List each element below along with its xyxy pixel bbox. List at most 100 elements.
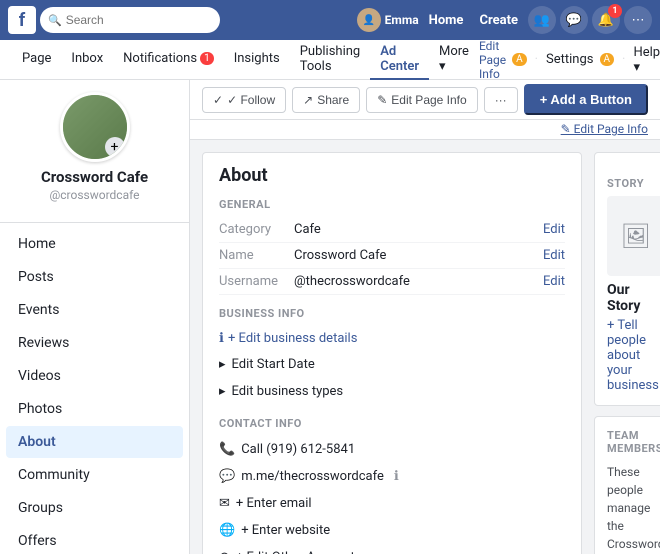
edit-page-info-top-link[interactable]: ✎ Edit Page Info bbox=[561, 122, 648, 136]
edit-icon: ✎ bbox=[377, 93, 387, 107]
contact-info-title: CONTACT INFO bbox=[219, 417, 565, 430]
page-name: Crossword Cafe bbox=[12, 168, 177, 186]
share-button[interactable]: ↗ Share bbox=[292, 87, 360, 113]
our-story-label: Our Story bbox=[607, 282, 660, 314]
team-description: These people manage the Crossword Cafe P… bbox=[607, 463, 660, 554]
team-title: TEAM MEMBERS bbox=[607, 429, 660, 455]
page-navigation: Page Inbox Notifications 1 Insights Publ… bbox=[0, 40, 660, 80]
search-input[interactable] bbox=[66, 13, 206, 27]
about-section: About GENERAL Category Cafe Edit Name Cr… bbox=[202, 152, 582, 554]
page-username: @crosswordcafe bbox=[12, 188, 177, 202]
sidebar-item-reviews[interactable]: Reviews bbox=[6, 327, 183, 359]
create-link[interactable]: Create bbox=[473, 13, 524, 28]
nav-notifications[interactable]: Notifications 1 bbox=[113, 40, 224, 80]
nav-right: 👤 Emma Home Create 👥 💬 🔔 1 ⋯ bbox=[357, 6, 652, 34]
team-section: TEAM MEMBERS These people manage the Cro… bbox=[594, 416, 660, 554]
follow-icon: ✓ bbox=[213, 93, 223, 107]
general-section-title: GENERAL bbox=[219, 198, 565, 211]
image-placeholder-icon: 🖼 bbox=[621, 222, 651, 250]
story-title: STORY bbox=[607, 177, 660, 190]
username-row: Username @thecrosswordcafe Edit bbox=[219, 269, 565, 295]
edit-business-details-link[interactable]: ℹ + Edit business details bbox=[219, 326, 565, 351]
right-panel: STORY 🖼 Our Story + Tell people about yo… bbox=[594, 152, 660, 554]
nav-insights[interactable]: Insights bbox=[224, 40, 290, 80]
notification-badge: 1 bbox=[608, 4, 622, 18]
other-accounts-item[interactable]: ⊕ + Edit Other Accounts bbox=[219, 544, 565, 554]
business-info-title: BUSINESS INFO bbox=[219, 307, 565, 320]
phone-item[interactable]: 📞 Call (919) 612-5841 bbox=[219, 436, 565, 463]
left-sidebar: + Crossword Cafe @crosswordcafe Home Pos… bbox=[0, 80, 190, 554]
menu-icon-btn[interactable]: ⋯ bbox=[624, 6, 652, 34]
info-icon: ℹ bbox=[219, 331, 224, 346]
page-nav-right: Edit Page Info A · Settings A · Help ▾ bbox=[479, 39, 660, 81]
category-row: Category Cafe Edit bbox=[219, 217, 565, 243]
notifications-icon-btn[interactable]: 🔔 1 bbox=[592, 6, 620, 34]
username-label: Username bbox=[219, 274, 294, 289]
nav-more[interactable]: More ▾ bbox=[429, 40, 479, 80]
sidebar-navigation: Home Posts Events Reviews Videos Photos … bbox=[0, 223, 189, 554]
edit-business-types[interactable]: ▸ Edit business types bbox=[219, 378, 565, 405]
user-profile[interactable]: 👤 Emma bbox=[357, 8, 419, 32]
more-options-button[interactable]: ··· bbox=[484, 87, 518, 113]
arrow-icon-start: ▸ bbox=[219, 357, 226, 372]
story-section: STORY 🖼 Our Story + Tell people about yo… bbox=[594, 152, 660, 406]
nav-inbox[interactable]: Inbox bbox=[61, 40, 113, 80]
nav-page[interactable]: Page bbox=[12, 40, 61, 80]
arrow-icon-types: ▸ bbox=[219, 384, 226, 399]
username-value: @thecrosswordcafe bbox=[294, 274, 543, 289]
edit-page-info-button[interactable]: ✎ Edit Page Info bbox=[366, 87, 477, 113]
tell-people-link[interactable]: + Tell people about your business bbox=[607, 318, 660, 393]
nav-publishing-tools[interactable]: Publishing Tools bbox=[290, 40, 371, 80]
help-link[interactable]: Help ▾ bbox=[633, 45, 660, 75]
content-panels: About GENERAL Category Cafe Edit Name Cr… bbox=[190, 140, 660, 554]
sidebar-item-about[interactable]: About bbox=[6, 426, 183, 458]
about-panel: About GENERAL Category Cafe Edit Name Cr… bbox=[202, 152, 582, 554]
page-content: ✓ ✓ Follow ↗ Share ✎ Edit Page Info ··· … bbox=[190, 80, 660, 554]
page-action-bar: ✓ ✓ Follow ↗ Share ✎ Edit Page Info ··· … bbox=[190, 80, 660, 120]
edit-start-date[interactable]: ▸ Edit Start Date bbox=[219, 351, 565, 378]
add-button-primary[interactable]: + Add a Button bbox=[524, 84, 648, 115]
category-edit[interactable]: Edit bbox=[543, 222, 565, 237]
info-tooltip-icon: ℹ bbox=[394, 469, 399, 484]
story-placeholder: 🖼 bbox=[607, 196, 660, 276]
sidebar-item-events[interactable]: Events bbox=[6, 294, 183, 326]
category-value: Cafe bbox=[294, 222, 543, 237]
search-bar[interactable]: 🔍 bbox=[40, 7, 220, 33]
sidebar-item-posts[interactable]: Posts bbox=[6, 261, 183, 293]
add-photo-button[interactable]: + bbox=[105, 137, 125, 157]
name-edit[interactable]: Edit bbox=[543, 248, 565, 263]
top-navigation: f 🔍 👤 Emma Home Create 👥 💬 🔔 1 ⋯ bbox=[0, 0, 660, 40]
main-layout: + Crossword Cafe @crosswordcafe Home Pos… bbox=[0, 80, 660, 554]
sidebar-item-videos[interactable]: Videos bbox=[6, 360, 183, 392]
home-link[interactable]: Home bbox=[423, 13, 470, 28]
email-icon: ✉ bbox=[219, 496, 230, 511]
accounts-icon: ⊕ bbox=[219, 550, 230, 554]
avatar: 👤 bbox=[357, 8, 381, 32]
messenger-icon: 💬 bbox=[219, 469, 235, 484]
settings-link[interactable]: Settings A bbox=[546, 52, 614, 67]
website-item[interactable]: 🌐 + Enter website bbox=[219, 517, 565, 544]
sidebar-item-groups[interactable]: Groups bbox=[6, 492, 183, 524]
sidebar-item-photos[interactable]: Photos bbox=[6, 393, 183, 425]
nav-ad-center[interactable]: Ad Center bbox=[370, 40, 429, 80]
follow-button[interactable]: ✓ ✓ Follow bbox=[202, 87, 286, 113]
edit-page-info-link[interactable]: Edit Page Info A bbox=[479, 39, 527, 81]
people-icon-btn[interactable]: 👥 bbox=[528, 6, 556, 34]
notifications-nav-badge: 1 bbox=[200, 52, 214, 65]
share-icon: ↗ bbox=[303, 93, 313, 107]
facebook-logo: f bbox=[8, 6, 36, 34]
messenger-icon-btn[interactable]: 💬 bbox=[560, 6, 588, 34]
sidebar-item-home[interactable]: Home bbox=[6, 228, 183, 260]
sidebar-item-offers[interactable]: Offers bbox=[6, 525, 183, 554]
sidebar-item-community[interactable]: Community bbox=[6, 459, 183, 491]
name-label: Name bbox=[219, 248, 294, 263]
phone-icon: 📞 bbox=[219, 442, 235, 457]
messenger-item[interactable]: 💬 m.me/thecrosswordcafe ℹ bbox=[219, 463, 565, 490]
email-item[interactable]: ✉ + Enter email bbox=[219, 490, 565, 517]
search-icon: 🔍 bbox=[48, 14, 62, 27]
username-edit[interactable]: Edit bbox=[543, 274, 565, 289]
globe-icon: 🌐 bbox=[219, 523, 235, 538]
category-label: Category bbox=[219, 222, 294, 237]
profile-avatar: + bbox=[60, 92, 130, 162]
about-title: About bbox=[219, 165, 565, 186]
